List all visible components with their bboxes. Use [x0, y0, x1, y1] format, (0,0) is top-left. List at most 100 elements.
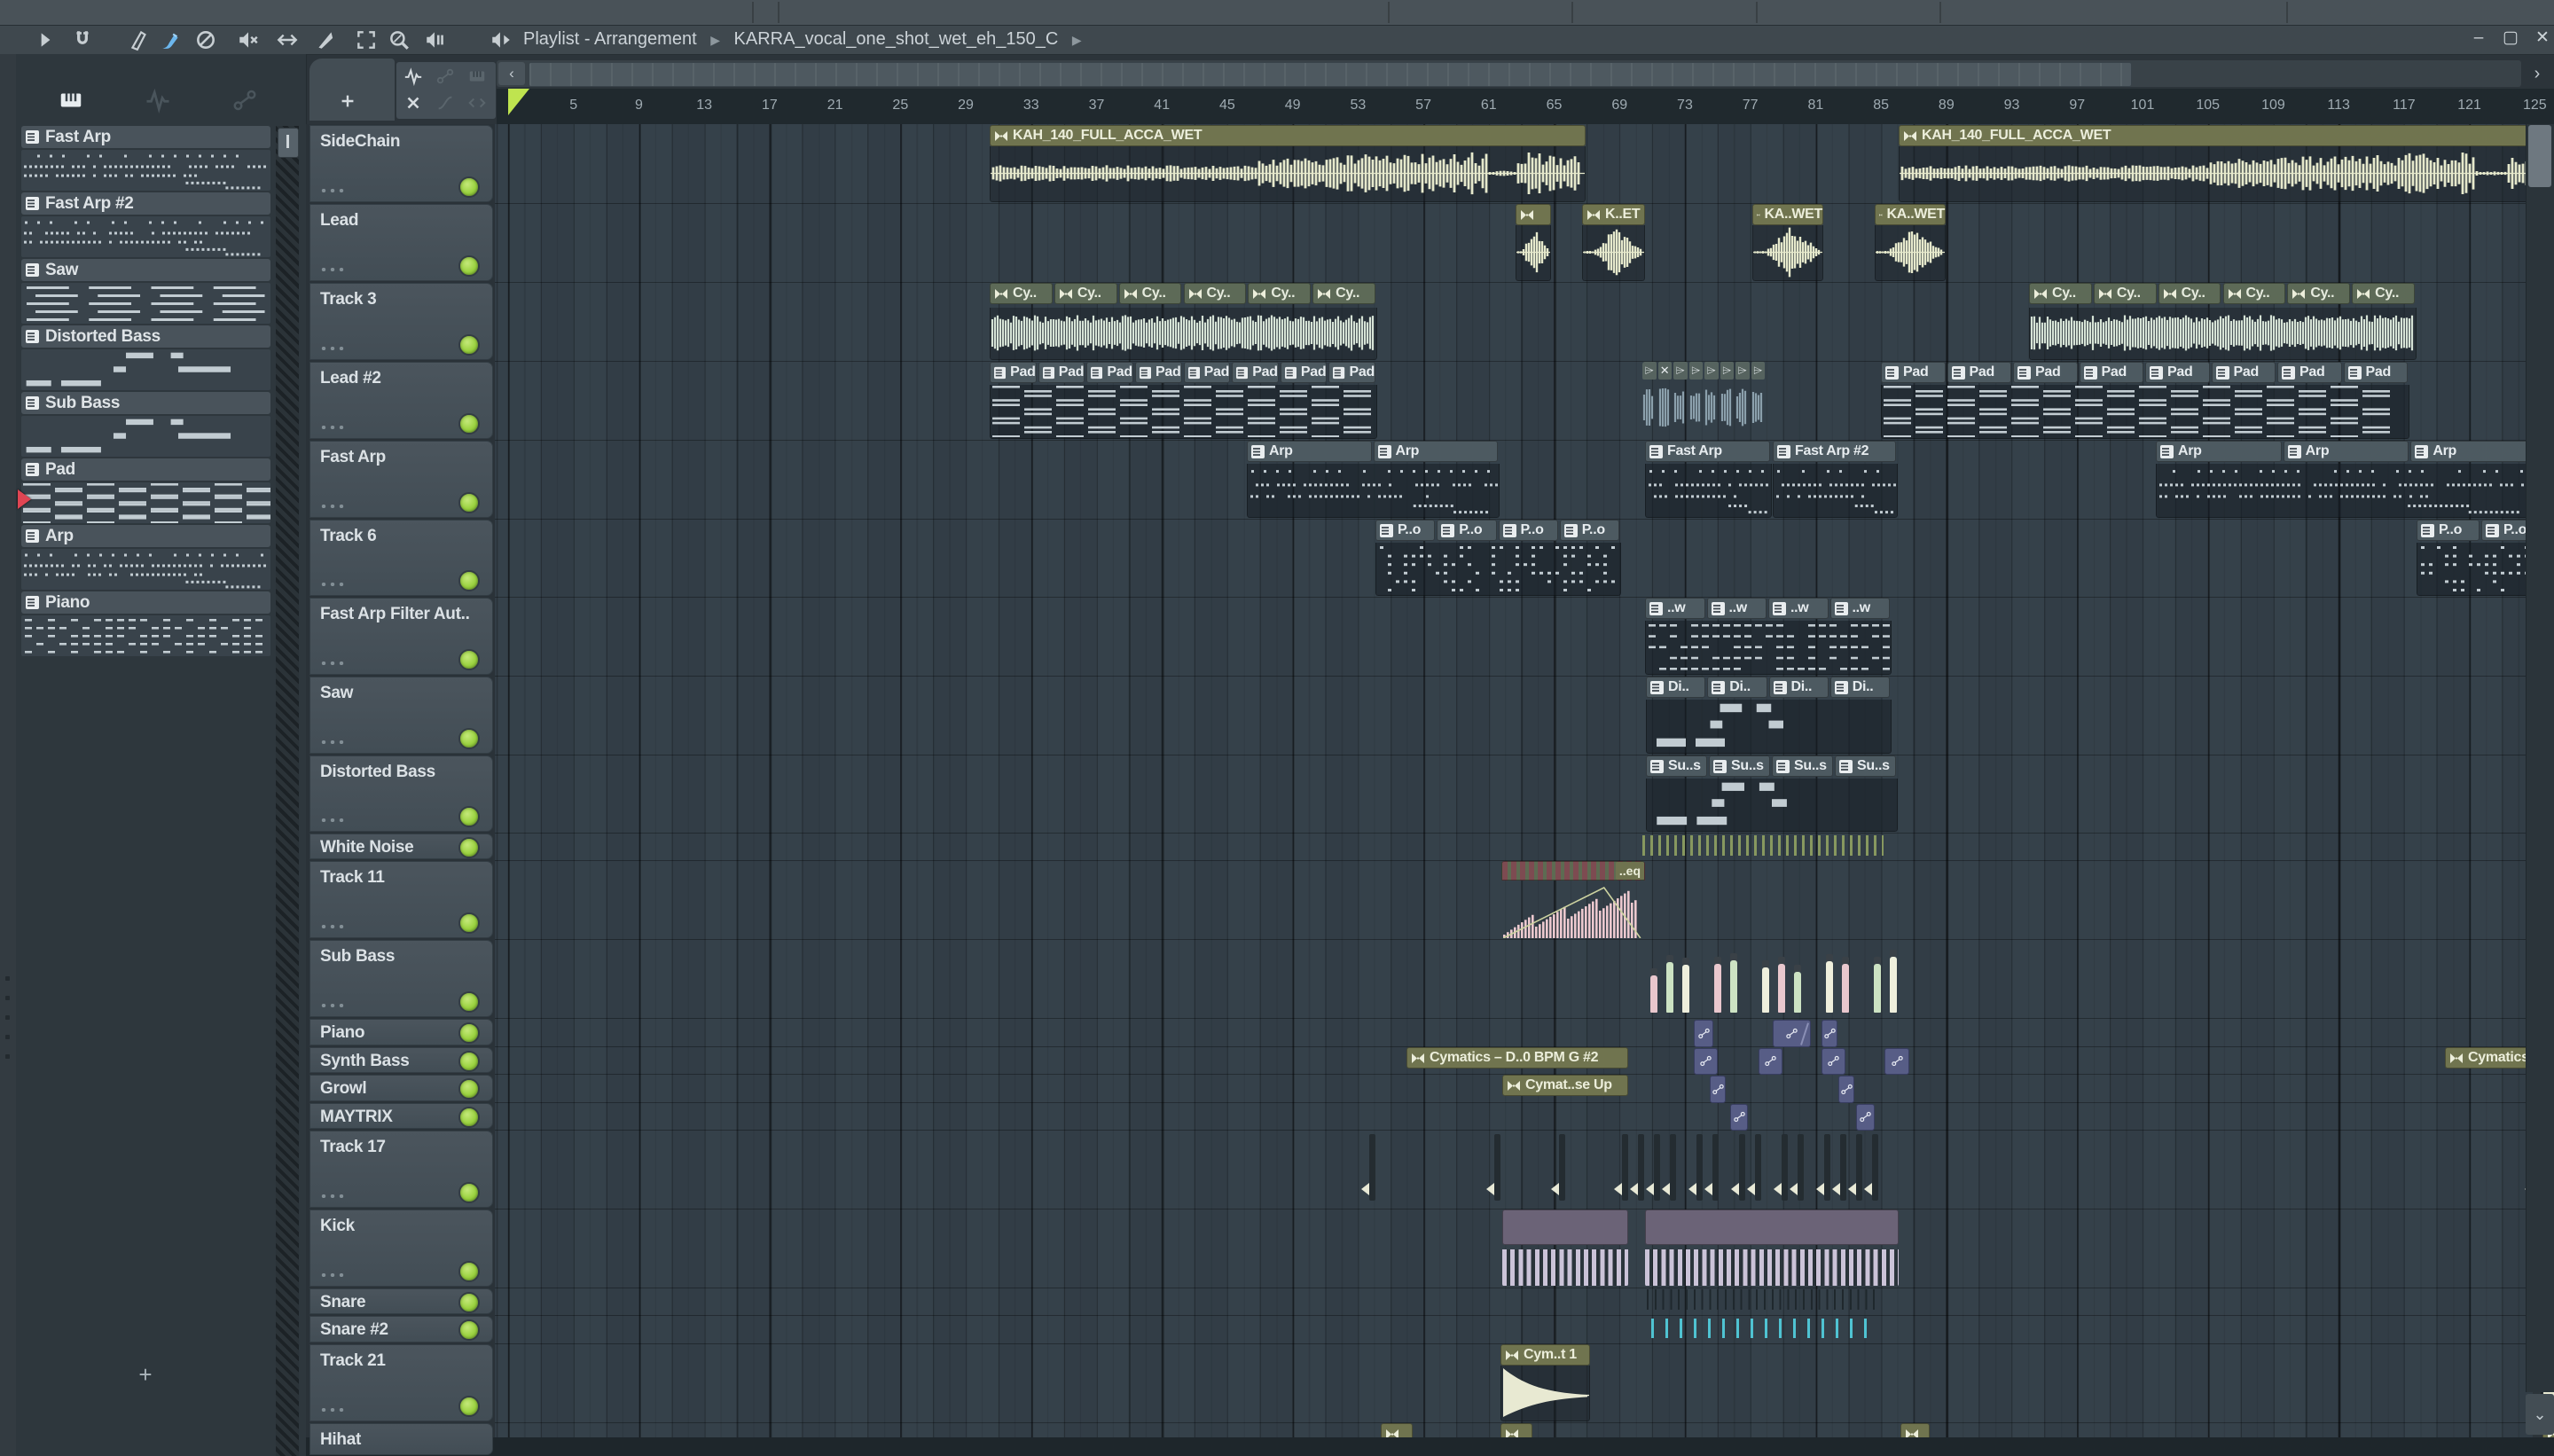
- track-header-snare-2[interactable]: Snare #2: [309, 1316, 493, 1342]
- audio-clip-group[interactable]: Cy.. Cy.. Cy.. Cy.. Cy.. Cy..: [990, 283, 1377, 360]
- snap-magnet-icon[interactable]: [71, 28, 94, 51]
- reversed-hit[interactable]: [1731, 1134, 1745, 1201]
- audio-hit[interactable]: [1874, 956, 1881, 1013]
- track-header-maytrix[interactable]: MAYTRIX: [309, 1103, 493, 1129]
- track-header-track-11[interactable]: Track 11: [309, 861, 493, 938]
- pattern-clip-header[interactable]: Pad: [1232, 362, 1279, 383]
- reversed-hit[interactable]: [1688, 1134, 1703, 1201]
- pattern-list-scrollbar[interactable]: [276, 126, 299, 1456]
- pattern-panel-tab-patterns[interactable]: [51, 86, 90, 114]
- reversed-hit[interactable]: [1704, 1134, 1719, 1201]
- audio-hit[interactable]: [1890, 949, 1897, 1013]
- reversed-hit[interactable]: [1361, 1134, 1375, 1201]
- select-tool-icon[interactable]: [355, 28, 378, 51]
- track-header-synth-bass[interactable]: Synth Bass: [309, 1047, 493, 1073]
- cyan-tick-row[interactable]: [1651, 1319, 1878, 1338]
- track-mute-led[interactable]: [458, 255, 480, 277]
- chopped-audio-clip[interactable]: ⌲ ✕ ⌲ ⌲ ⌲ ⌲ ⌲ ⌲: [1642, 362, 1767, 439]
- pattern-item-distorted-bass[interactable]: Distorted Bass: [21, 325, 270, 348]
- audio-hit[interactable]: [1778, 957, 1785, 1013]
- close-button[interactable]: ✕: [2527, 27, 2554, 50]
- pattern-clip-group[interactable]: Su..s Su..s Su..s Su..s: [1646, 755, 1898, 832]
- pattern-clip-header[interactable]: P..o: [2417, 520, 2480, 541]
- pattern-clip-header[interactable]: Di..: [1829, 677, 1890, 698]
- pattern-clip-group[interactable]: Di.. Di.. Di.. Di..: [1646, 677, 1892, 754]
- playlist-tool-x-icon[interactable]: [400, 90, 427, 115]
- playlist-tool-curve-icon[interactable]: [432, 90, 458, 115]
- pattern-clip-header[interactable]: Arp: [1247, 441, 1372, 462]
- scroll-left-button[interactable]: ‹: [498, 62, 525, 85]
- audio-slice[interactable]: ⌲: [1688, 362, 1703, 439]
- track-header-fast-arp-filter-aut-[interactable]: Fast Arp Filter Aut..: [309, 598, 493, 675]
- pattern-clip-header[interactable]: Fast Arp: [1645, 441, 1770, 462]
- audio-clip-header[interactable]: Cy..: [990, 283, 1053, 304]
- pattern-clip-header[interactable]: P..o: [1437, 520, 1497, 541]
- track-header-track-6[interactable]: Track 6: [309, 520, 493, 596]
- reversed-hit[interactable]: [1864, 1134, 1878, 1201]
- pattern-clip-header[interactable]: Pad: [2079, 362, 2143, 383]
- audio-hit[interactable]: [1794, 964, 1801, 1013]
- pattern-clip-header[interactable]: Pad: [1134, 362, 1182, 383]
- playlist-add-icon[interactable]: [334, 89, 361, 114]
- pattern-clip-header[interactable]: ..w: [1768, 598, 1829, 619]
- reversed-hit[interactable]: [1848, 1134, 1862, 1201]
- track-mute-led[interactable]: [458, 334, 480, 356]
- cymbal-audio-clip[interactable]: Cym..t 1: [1500, 1344, 1590, 1421]
- automation-link-clip[interactable]: [1710, 1075, 1726, 1103]
- pattern-clip-header[interactable]: Pad: [1881, 362, 1946, 383]
- pattern-clip-header[interactable]: Arp: [1373, 441, 1498, 462]
- audio-clip-header[interactable]: Cy..: [2093, 283, 2157, 304]
- pattern-clip[interactable]: Fast Arp: [1645, 441, 1772, 518]
- automation-link-clip[interactable]: [1884, 1047, 1909, 1075]
- playback-tool-icon[interactable]: [424, 28, 447, 51]
- reversed-hit[interactable]: [1662, 1134, 1676, 1201]
- pattern-clip-header[interactable]: Di..: [1768, 677, 1829, 698]
- track-header-white-noise[interactable]: White Noise: [309, 834, 493, 859]
- track-options-dots[interactable]: [321, 1194, 344, 1198]
- audio-clip[interactable]: K..ET: [1582, 204, 1645, 281]
- horizontal-scrollbar-thumb[interactable]: [529, 62, 2132, 87]
- audio-slice[interactable]: ⌲: [1673, 362, 1688, 439]
- track-mute-led[interactable]: [458, 1022, 480, 1044]
- track-options-dots[interactable]: [321, 1273, 344, 1277]
- pattern-item-fast-arp-2[interactable]: Fast Arp #2: [21, 192, 270, 215]
- pattern-clip-header[interactable]: Su..s: [1646, 755, 1707, 777]
- reversed-hit[interactable]: [1551, 1134, 1565, 1201]
- track-mute-led[interactable]: [458, 1078, 480, 1100]
- track-mute-led[interactable]: [458, 806, 480, 827]
- reversed-hit[interactable]: [1832, 1134, 1846, 1201]
- delete-tool-icon[interactable]: [194, 28, 217, 51]
- audio-clip-group[interactable]: Cy.. Cy.. Cy.. Cy.. Cy.. Cy..: [2029, 283, 2417, 360]
- track-mute-led[interactable]: [458, 1261, 480, 1282]
- pattern-clip-group[interactable]: Arp Arp: [1247, 441, 1500, 518]
- track-header-saw[interactable]: Saw: [309, 677, 493, 754]
- track-mute-led[interactable]: [458, 912, 480, 934]
- timeline-ruler[interactable]: 5 9 13 17 21 25 29 33 37 41 45 49 53 57 61 65 69 73 77 81 85…: [497, 89, 2554, 125]
- oneshot-hit-group[interactable]: [1650, 939, 1903, 1018]
- audio-slice[interactable]: ⌲: [1720, 362, 1734, 439]
- pattern-clip-header[interactable]: ..w: [1645, 598, 1705, 619]
- playlist-tool-swap-icon[interactable]: [464, 90, 490, 115]
- track-options-dots[interactable]: [321, 268, 344, 271]
- paint-tool-icon[interactable]: [160, 28, 183, 51]
- track-mute-led[interactable]: [458, 176, 480, 198]
- track-options-dots[interactable]: [321, 925, 344, 928]
- audio-hit[interactable]: [1762, 960, 1769, 1013]
- bottom-scrollbar[interactable]: [306, 1437, 2554, 1456]
- pattern-clip-header[interactable]: Pad: [1086, 362, 1133, 383]
- audio-clip-header[interactable]: Cy..: [2352, 283, 2415, 304]
- audio-clip[interactable]: Cymatics – D..0 BPM G #2: [1406, 1047, 1628, 1070]
- audio-clip[interactable]: KA..WET: [1752, 204, 1823, 281]
- track-mute-led[interactable]: [458, 1182, 480, 1203]
- audio-hit[interactable]: [1714, 956, 1721, 1013]
- playlist-grid[interactable]: KAH_140_FULL_ACCA_WET KAH_140_FULL_ACCA_W…: [495, 124, 2554, 1444]
- pattern-clip-header[interactable]: Pad: [1038, 362, 1085, 383]
- audio-clip-header[interactable]: Cy..: [2287, 283, 2351, 304]
- reversed-hit[interactable]: [1646, 1134, 1660, 1201]
- pattern-clip-header[interactable]: Su..s: [1772, 755, 1833, 777]
- track-mute-led[interactable]: [458, 1319, 480, 1341]
- track-options-dots[interactable]: [321, 347, 344, 350]
- pattern-clip-header[interactable]: Pad: [2145, 362, 2210, 383]
- pattern-item-piano[interactable]: Piano: [21, 591, 270, 614]
- reversed-hit[interactable]: [1614, 1134, 1628, 1201]
